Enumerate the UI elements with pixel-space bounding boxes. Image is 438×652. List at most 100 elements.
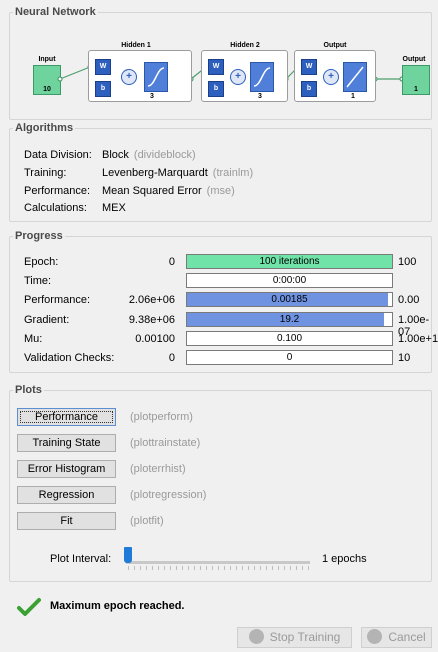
fit-plot-button[interactable]: Fit: [17, 512, 116, 530]
progress-label: Validation Checks:: [24, 352, 115, 364]
slider-tick: [218, 566, 219, 570]
status-message: Maximum epoch reached.: [50, 600, 185, 612]
algorithm-row: Training: Levenberg-Marquardt (trainlm): [24, 167, 253, 179]
slider-tick: [248, 566, 249, 570]
algorithm-fn: (trainlm): [212, 167, 254, 179]
slider-tick: [230, 566, 231, 570]
stop-training-label: Stop Training: [269, 629, 341, 644]
plot-function: (ploterrhist): [130, 463, 186, 475]
slider-tick: [266, 566, 267, 570]
slider-thumb[interactable]: [124, 547, 132, 563]
plot-function: (plotfit): [130, 515, 164, 527]
slider-tick: [128, 566, 129, 570]
progress-bar-epoch: 100 iterations: [186, 254, 393, 269]
plot-interval-label: Plot Interval:: [50, 553, 112, 565]
sigmoid-icon: [253, 67, 271, 87]
neural-network-panel: Neural Network Input 10 Hidden 1 W b + 3…: [9, 6, 432, 120]
slider-tick: [146, 566, 147, 570]
progress-current: 19.2: [279, 314, 300, 325]
slider-tick: [200, 566, 201, 570]
slider-tick: [236, 566, 237, 570]
hidden2-sum: +: [230, 69, 246, 85]
slider-tick: [212, 566, 213, 570]
algorithm-value: Mean Squared Error: [102, 185, 202, 197]
progress-end: 100: [398, 256, 417, 268]
progress-label: Performance:: [24, 294, 91, 306]
progress-panel: Progress Epoch: 0 100 iterations 100 Tim…: [9, 230, 438, 373]
progress-end: 10: [398, 352, 411, 364]
progress-start: 9.38e+06: [128, 314, 175, 326]
error-histogram-plot-button[interactable]: Error Histogram: [17, 460, 116, 478]
hidden1-label: Hidden 1: [121, 42, 151, 49]
sigmoid-icon: [147, 67, 165, 87]
progress-label: Gradient:: [24, 314, 70, 326]
algorithm-value: Levenberg-Marquardt: [102, 167, 208, 179]
hidden2-size: 3: [258, 93, 262, 100]
plot-interval-slider[interactable]: [126, 561, 310, 564]
progress-bar-validation: 0: [186, 350, 393, 365]
progress-bar-performance: 0.00185: [186, 292, 393, 307]
slider-tick: [260, 566, 261, 570]
progress-current: 0.100: [276, 333, 303, 344]
checkmark-icon: [17, 598, 41, 616]
slider-tick: [182, 566, 183, 570]
hidden1-bias: b: [95, 81, 111, 97]
progress-current: 0:00:00: [272, 275, 307, 286]
slider-tick: [272, 566, 273, 570]
regression-plot-button[interactable]: Regression: [17, 486, 116, 504]
progress-bar-mu: 0.100: [186, 331, 393, 346]
slider-tick: [134, 566, 135, 570]
hidden1-layer: W b + 3: [88, 50, 192, 102]
progress-start: 0: [168, 352, 175, 364]
hidden2-weight: W: [208, 59, 224, 75]
progress-label: Mu:: [24, 333, 43, 345]
hidden2-label: Hidden 2: [230, 42, 260, 49]
plot-function: (plottrainstate): [130, 437, 201, 449]
slider-tick: [296, 566, 297, 570]
performance-plot-button[interactable]: Performance: [17, 408, 116, 426]
hidden1-weight: W: [95, 59, 111, 75]
slider-tick: [278, 566, 279, 570]
slider-tick: [194, 566, 195, 570]
progress-current: 100 iterations: [259, 256, 320, 267]
plot-function: (plotregression): [130, 489, 207, 501]
progress-label: Epoch:: [24, 256, 59, 268]
output-layer-size: 1: [351, 93, 355, 100]
slider-tick: [224, 566, 225, 570]
algorithms-panel: Algorithms Data Division: Block (divideblo…: [9, 122, 432, 222]
algorithm-fn: (mse): [206, 185, 235, 197]
output-label: Output: [402, 56, 426, 63]
slider-tick: [284, 566, 285, 570]
output-node: 1: [402, 65, 430, 95]
cancel-icon: [367, 629, 383, 645]
stop-training-button[interactable]: Stop Training: [237, 627, 352, 648]
output-layer-label: Output: [323, 42, 347, 49]
slider-tick: [302, 566, 303, 570]
algorithm-fn: (divideblock): [133, 149, 196, 161]
hidden1-size: 3: [150, 93, 154, 100]
cancel-button[interactable]: Cancel: [361, 627, 432, 648]
hidden1-sum: +: [121, 69, 137, 85]
output-bias: b: [301, 81, 317, 97]
progress-end: 0.00: [398, 294, 420, 306]
progress-bar-gradient: 19.2: [186, 312, 393, 327]
progress-start: 2.06e+06: [128, 294, 175, 306]
hidden1-activation: [144, 62, 168, 92]
progress-bar-time: 0:00:00: [186, 273, 393, 288]
slider-tick: [254, 566, 255, 570]
plot-function: (plotperform): [130, 411, 193, 423]
slider-tick: [188, 566, 189, 570]
algorithm-row: Calculations: MEX: [24, 202, 131, 214]
slider-tick: [176, 566, 177, 570]
progress-label: Time:: [24, 275, 52, 287]
slider-tick: [206, 566, 207, 570]
algorithms-title: Algorithms: [13, 122, 76, 134]
training-state-plot-button[interactable]: Training State: [17, 434, 116, 452]
plots-title: Plots: [13, 384, 44, 396]
algorithm-value: Block: [102, 149, 129, 161]
slider-tick: [308, 566, 309, 570]
hidden2-layer: W b + 3: [201, 50, 288, 102]
linear-icon: [346, 66, 364, 88]
hidden2-activation: [250, 62, 274, 92]
slider-tick: [242, 566, 243, 570]
